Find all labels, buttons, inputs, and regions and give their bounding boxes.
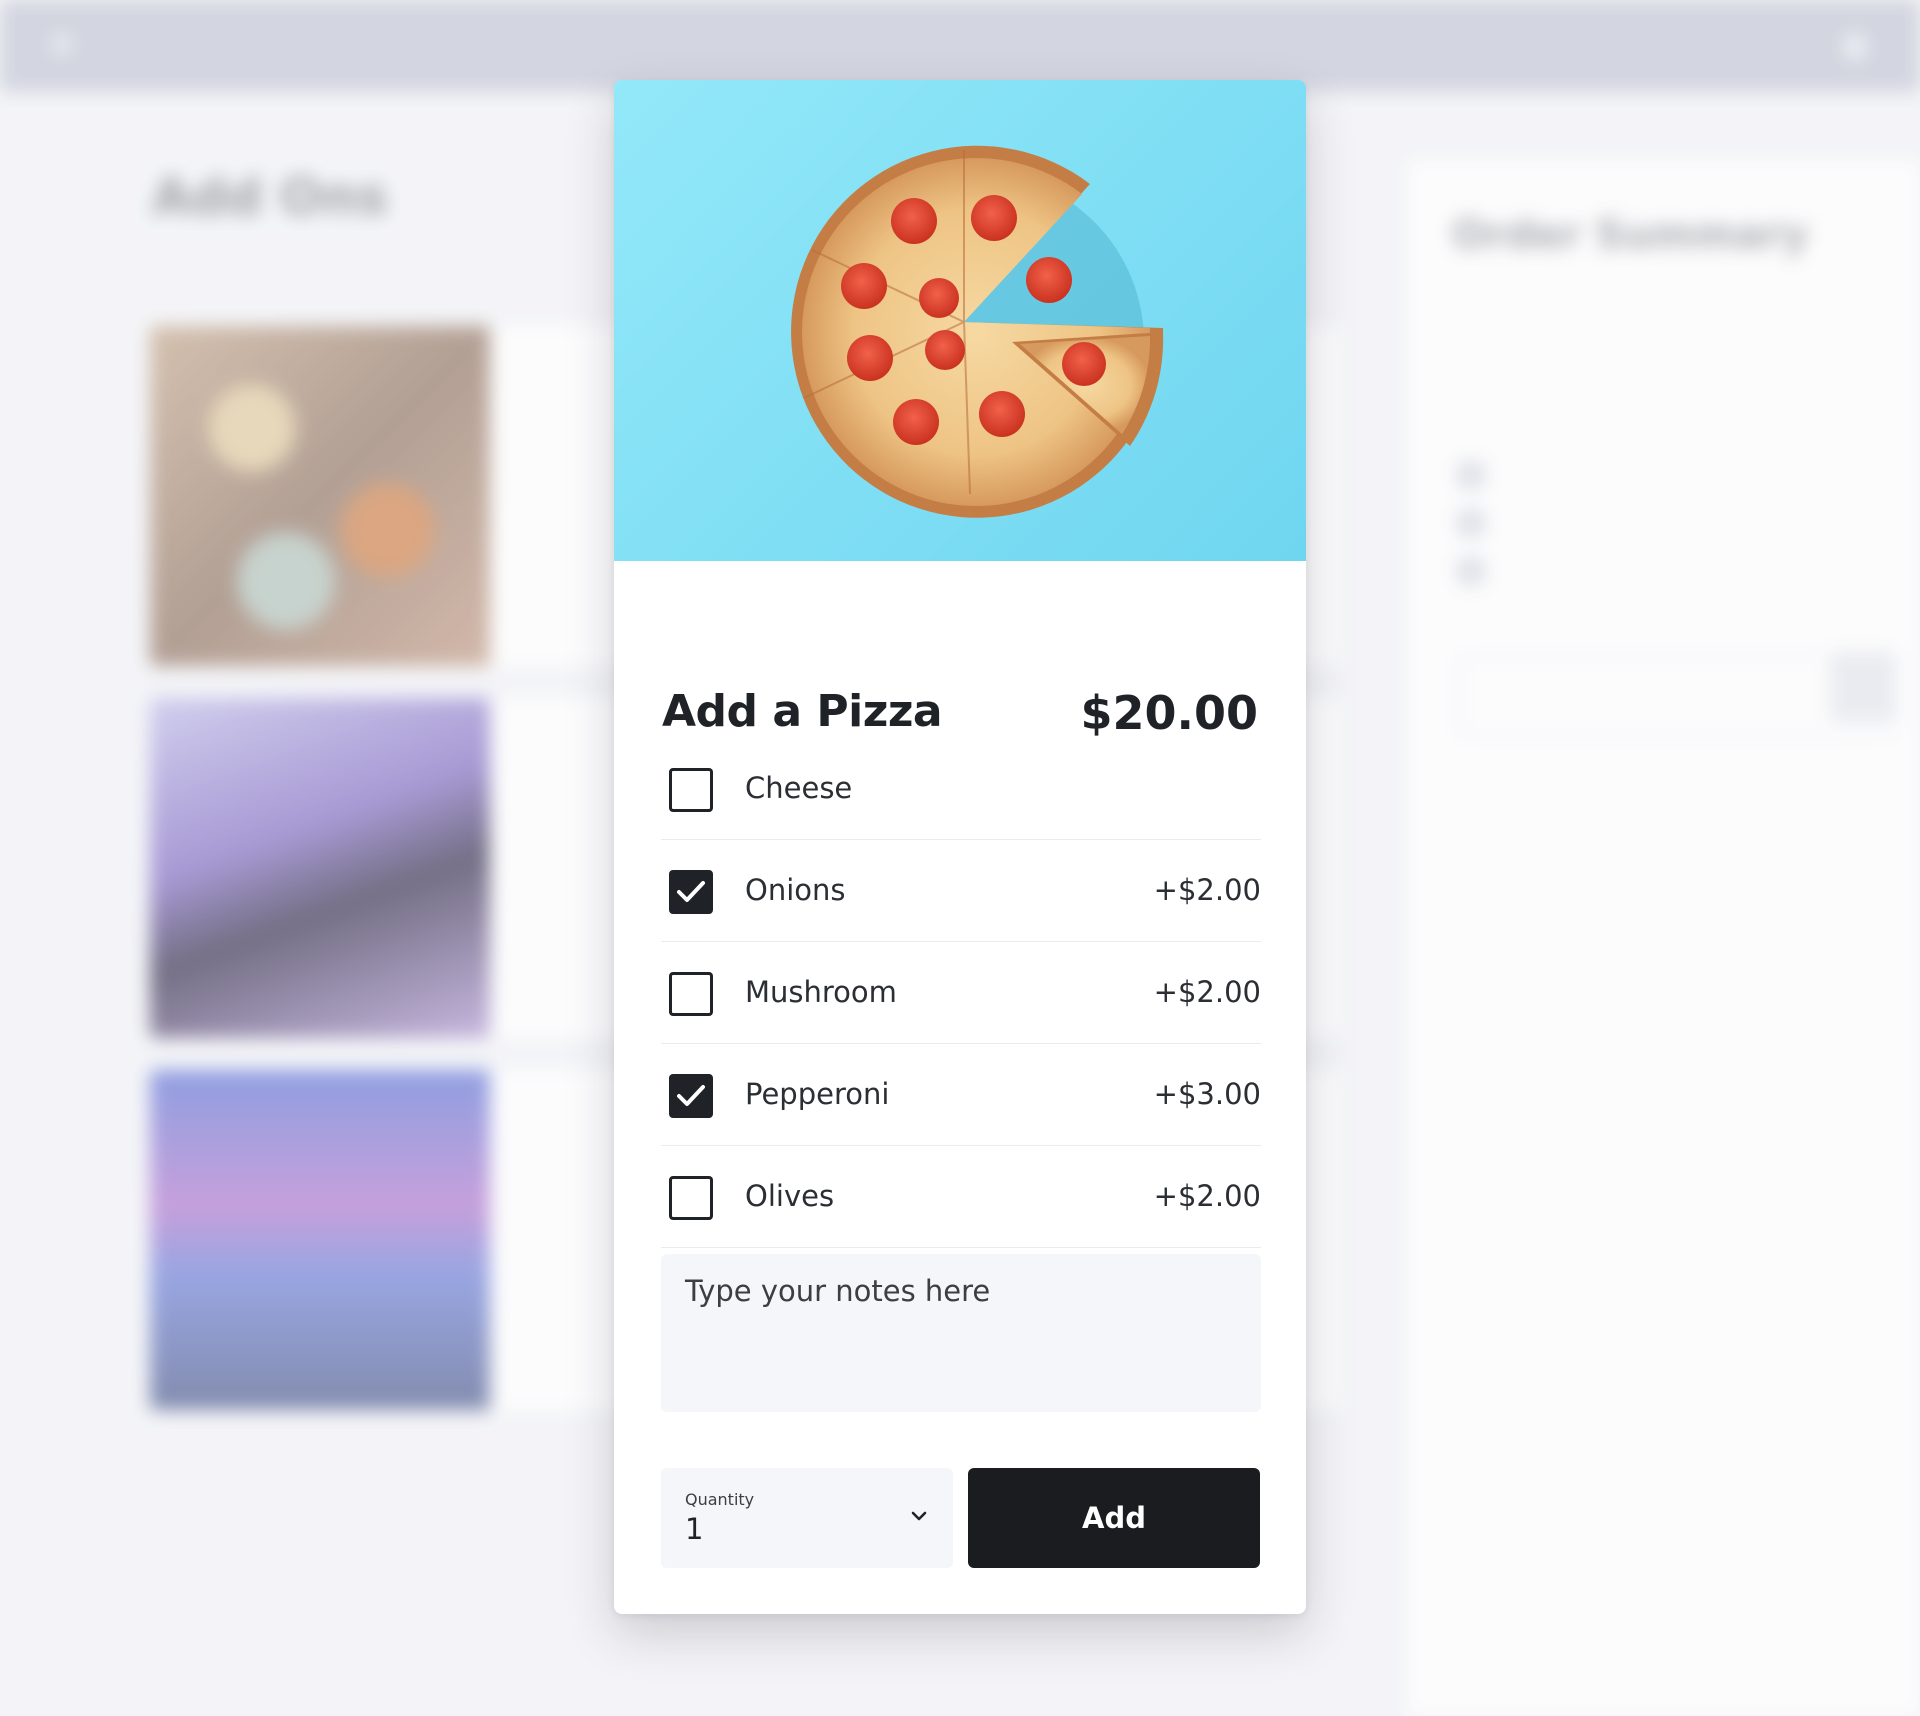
option-label: Onions — [745, 873, 846, 907]
modal-title: Add a Pizza — [662, 686, 943, 737]
option-cheese[interactable]: Cheese — [661, 738, 1261, 840]
pizza-body — [791, 145, 1164, 518]
add-button[interactable]: Add — [968, 1468, 1260, 1568]
option-price: +$3.00 — [1153, 1077, 1261, 1111]
olives-checkbox[interactable] — [669, 1176, 713, 1220]
option-olives[interactable]: Olives +$2.00 — [661, 1146, 1261, 1248]
cheese-checkbox[interactable] — [669, 768, 713, 812]
pizza-image — [614, 80, 1306, 561]
option-label: Pepperoni — [745, 1077, 890, 1111]
mushroom-checkbox[interactable] — [669, 972, 713, 1016]
option-onions[interactable]: Onions +$2.00 — [661, 840, 1261, 942]
option-pepperoni[interactable]: Pepperoni +$3.00 — [661, 1044, 1261, 1146]
option-price: +$2.00 — [1153, 1179, 1261, 1213]
quantity-label: Quantity — [685, 1490, 755, 1509]
quantity-select[interactable]: Quantity 1 — [661, 1468, 953, 1568]
quantity-value: 1 — [685, 1512, 704, 1546]
option-price: +$2.00 — [1153, 873, 1261, 907]
add-pizza-modal: Add a Pizza $20.00 Cheese Onions +$2.00 … — [614, 80, 1306, 1614]
chevron-down-icon — [911, 1511, 927, 1521]
option-mushroom[interactable]: Mushroom +$2.00 — [661, 942, 1261, 1044]
check-icon — [677, 881, 705, 902]
pizza-illustration — [791, 145, 1164, 518]
pepperoni-checkbox[interactable] — [669, 1074, 713, 1118]
option-label: Cheese — [745, 771, 853, 805]
option-label: Olives — [745, 1179, 835, 1213]
base-price: $20.00 — [1080, 686, 1258, 740]
notes-input[interactable] — [661, 1254, 1261, 1412]
option-price: +$2.00 — [1153, 975, 1261, 1009]
check-icon — [677, 1085, 705, 1106]
option-label: Mushroom — [745, 975, 897, 1009]
onions-checkbox[interactable] — [669, 870, 713, 914]
